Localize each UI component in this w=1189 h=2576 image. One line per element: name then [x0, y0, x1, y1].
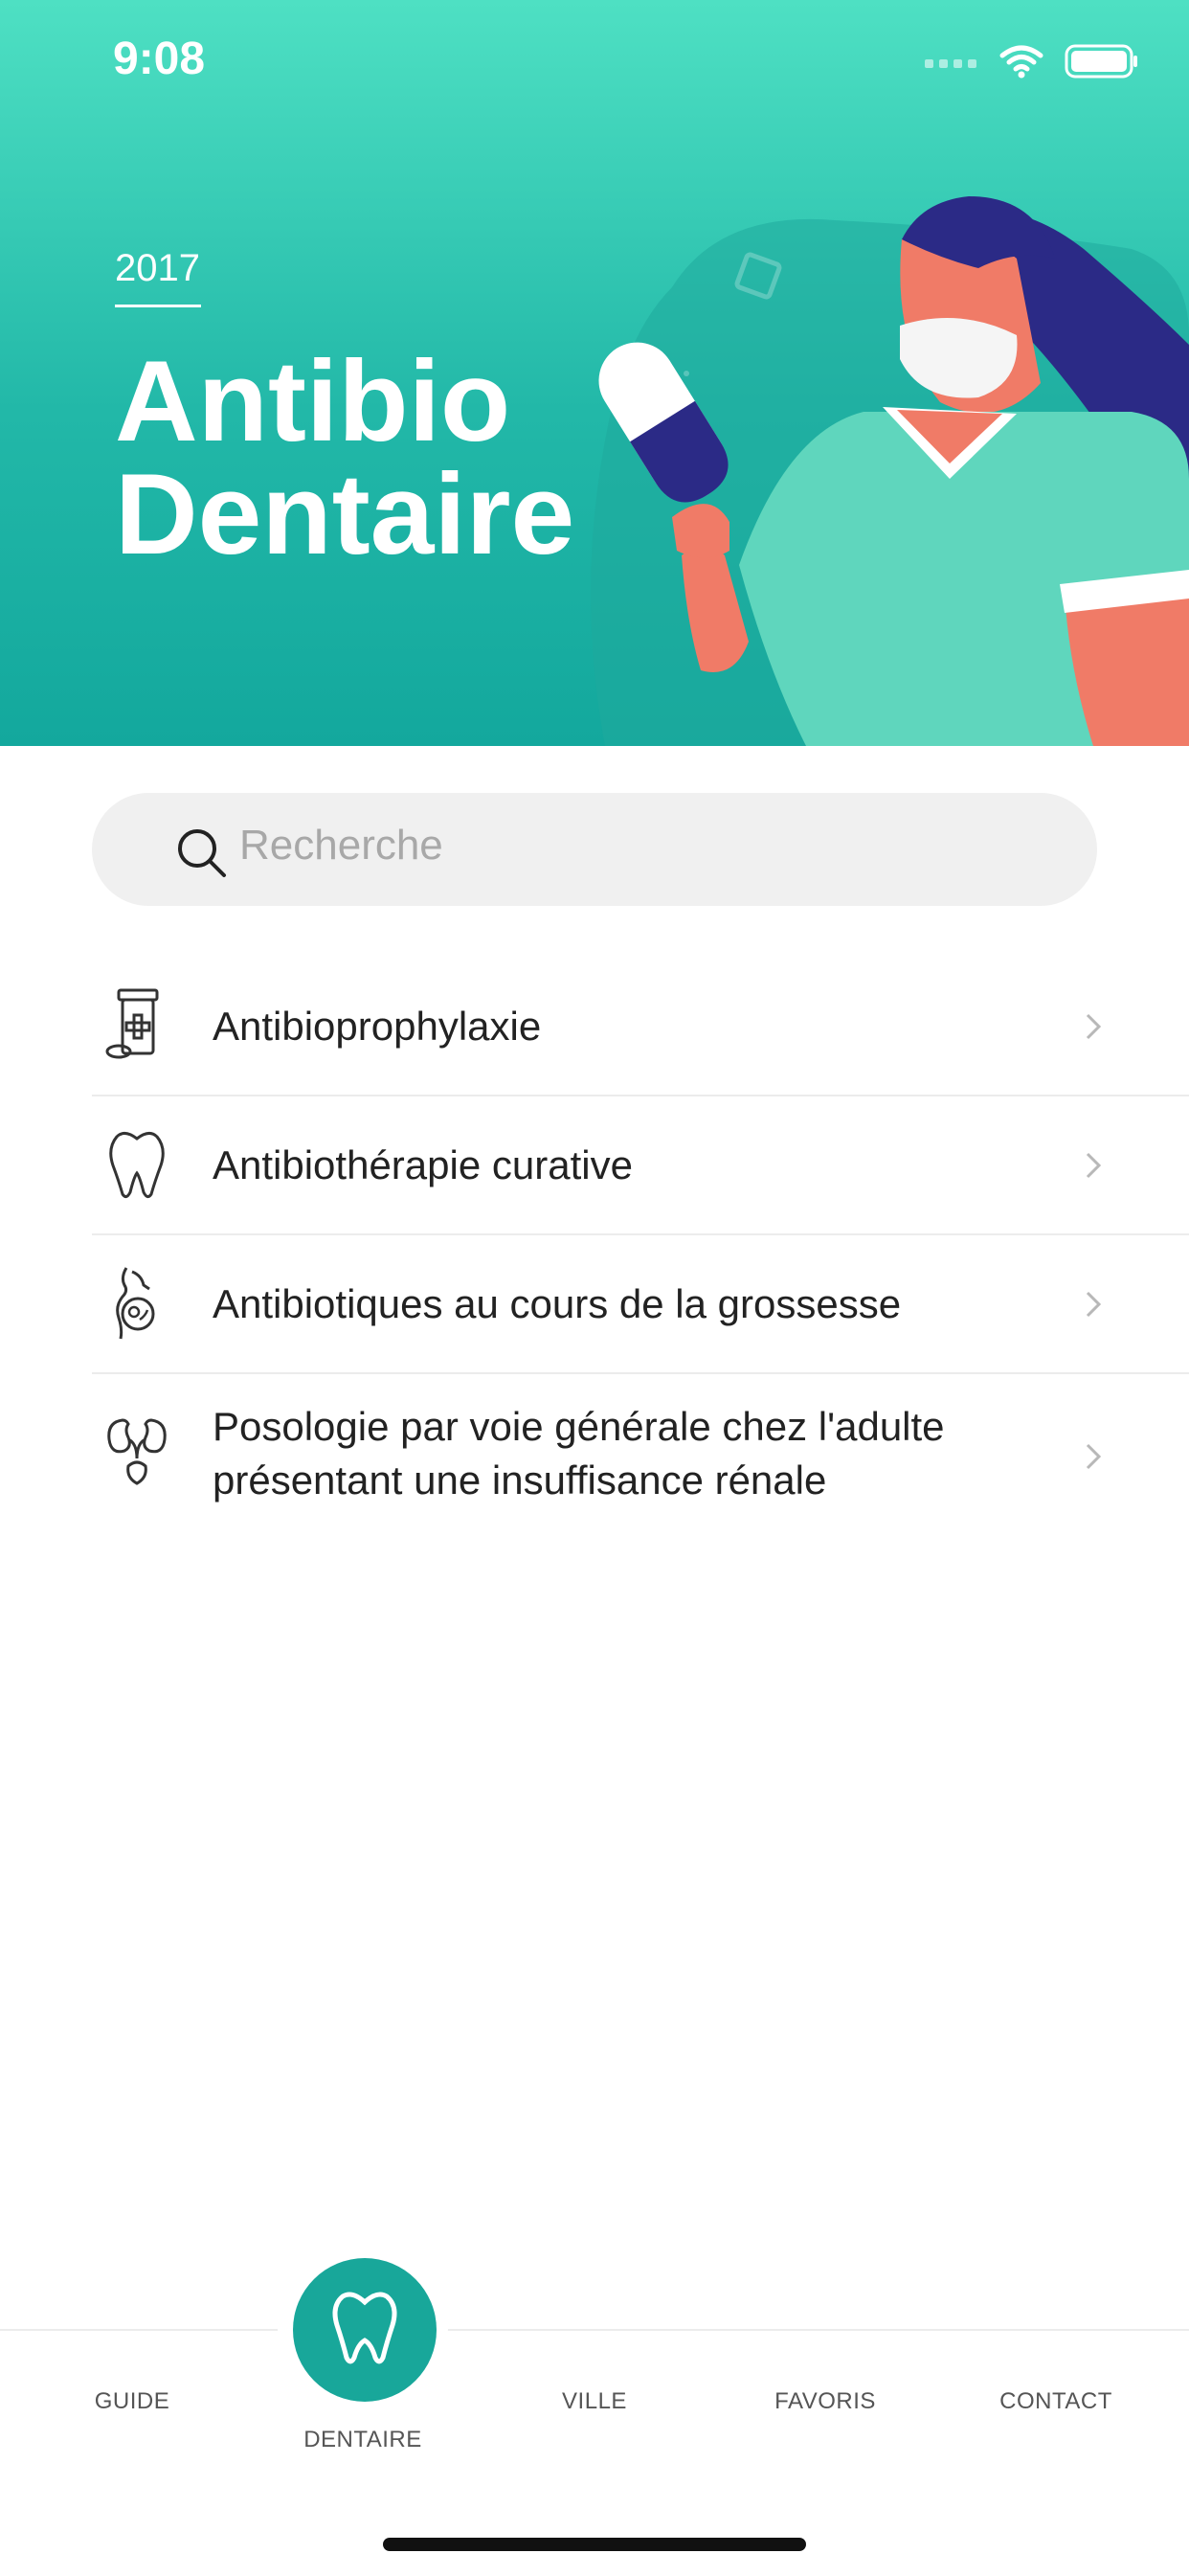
home-indicator: [383, 2538, 806, 2551]
app-title-line-1: Antibio: [115, 337, 511, 465]
tab-dentaire[interactable]: DENTAIRE: [267, 2427, 459, 2453]
wifi-icon: [999, 45, 1043, 79]
search-bar[interactable]: Recherche: [92, 793, 1097, 906]
status-icons: [925, 42, 1139, 80]
tab-ville[interactable]: VILLE: [499, 2388, 690, 2415]
app-title: Antibio Dentaire: [115, 337, 575, 578]
menu-item-antibioprophylaxie[interactable]: Antibioprophylaxie: [92, 958, 1189, 1096]
chevron-right-icon: [1086, 1291, 1102, 1318]
chevron-right-icon: [1086, 1443, 1102, 1470]
tab-favoris[interactable]: FAVORIS: [729, 2388, 921, 2415]
menu-item-antibiotherapie-curative[interactable]: Antibiothérapie curative: [92, 1096, 1189, 1235]
app-title-line-2: Dentaire: [115, 450, 575, 578]
app-header: 9:08 2017 Antibio Dentaire: [0, 0, 1189, 746]
signal-icon: [925, 59, 976, 68]
battery-icon: [1065, 44, 1137, 79]
kidney-icon: [107, 1418, 167, 1485]
nurse-illustration: [591, 196, 1189, 746]
tooth-icon: [332, 2292, 397, 2364]
search-icon: [178, 829, 226, 877]
year-underline: [115, 305, 201, 307]
menu-item-grossesse[interactable]: Antibiotiques au cours de la grossesse: [92, 1235, 1189, 1374]
chevron-right-icon: [1086, 1013, 1102, 1040]
edition-year: 2017: [115, 247, 200, 289]
pregnancy-icon: [116, 1267, 155, 1340]
tab-guide[interactable]: GUIDE: [36, 2388, 228, 2415]
search-input[interactable]: Recherche: [239, 822, 443, 870]
menu-item-label: Posologie par voie générale chez l'adult…: [213, 1403, 945, 1503]
menu-list: Antibioprophylaxie Antibiothérapie curat…: [92, 958, 1189, 1532]
menu-item-label: Antibiothérapie curative: [213, 1141, 633, 1187]
status-time: 9:08: [113, 34, 206, 84]
medicine-bottle-icon: [105, 988, 159, 1059]
menu-item-label: Antibioprophylaxie: [213, 1003, 542, 1049]
tab-dentaire-button[interactable]: [293, 2258, 437, 2402]
menu-item-label: Antibiotiques au cours de la grossesse: [213, 1280, 902, 1326]
chevron-right-icon: [1086, 1152, 1102, 1179]
tab-contact[interactable]: CONTACT: [960, 2388, 1152, 2415]
menu-item-posologie-insuffisance-renale[interactable]: Posologie par voie générale chez l'adult…: [92, 1374, 1189, 1532]
tooth-icon: [109, 1132, 165, 1199]
